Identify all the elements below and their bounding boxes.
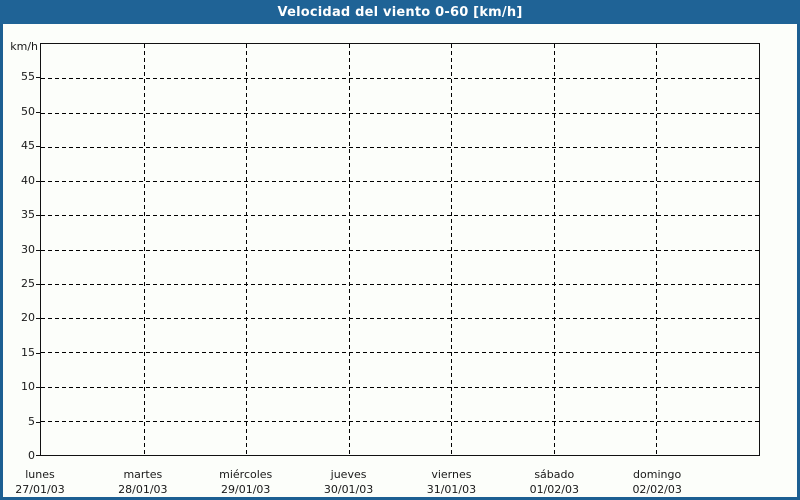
x-day-label: sábado xyxy=(534,468,575,481)
y-tick-label: 0 xyxy=(28,449,35,462)
h-gridline xyxy=(41,420,759,422)
y-axis-unit-label: km/h xyxy=(10,40,38,53)
v-gridline xyxy=(246,44,248,455)
y-tick-label: 50 xyxy=(21,104,35,118)
x-day-label: lunes xyxy=(25,468,55,481)
y-tick-mark xyxy=(36,387,41,389)
plot-area xyxy=(40,43,760,456)
h-gridline xyxy=(41,386,759,388)
y-tick-mark xyxy=(36,318,41,320)
y-tick-label: 10 xyxy=(21,380,35,394)
y-tick-label: 35 xyxy=(21,208,35,222)
x-date-label: 27/01/03 xyxy=(15,483,65,496)
y-tick-label: 15 xyxy=(21,345,35,359)
page-border-left xyxy=(0,24,3,500)
y-tick-label: 25 xyxy=(21,276,35,290)
y-tick-mark xyxy=(36,215,41,217)
y-tick-mark xyxy=(36,421,41,423)
y-tick-label: 5 xyxy=(28,414,35,428)
x-day-label: martes xyxy=(123,468,163,481)
y-tick-mark xyxy=(36,77,41,79)
h-gridline xyxy=(41,318,759,319)
h-gridline xyxy=(41,112,759,114)
v-gridline xyxy=(656,44,658,455)
x-date-label: 30/01/03 xyxy=(323,483,374,496)
y-tick-mark xyxy=(36,249,41,251)
h-gridline xyxy=(41,352,759,354)
h-gridline xyxy=(41,146,759,148)
x-date-label: 28/01/03 xyxy=(118,483,168,496)
y-tick-label: 40 xyxy=(21,173,35,187)
x-date-label: 01/02/03 xyxy=(529,483,579,496)
y-tick-label: 45 xyxy=(21,139,35,153)
chart-page: Velocidad del viento 0-60 [km/h] km/h 0 5… xyxy=(0,0,800,500)
h-gridline xyxy=(41,283,759,285)
x-date-label: 29/01/03 xyxy=(221,483,271,496)
h-gridline xyxy=(41,215,759,217)
h-gridline xyxy=(41,78,759,80)
y-tick-label: 20 xyxy=(21,311,35,325)
v-gridline xyxy=(143,44,145,455)
h-gridline xyxy=(41,181,759,182)
h-gridline xyxy=(41,249,759,251)
v-gridline xyxy=(348,44,350,455)
y-tick-mark xyxy=(36,180,41,182)
y-tick-mark xyxy=(36,146,41,148)
y-tick-mark xyxy=(36,283,41,285)
y-tick-mark xyxy=(36,352,41,354)
chart-title-bar: Velocidad del viento 0-60 [km/h] xyxy=(0,0,800,24)
x-day-label: viernes xyxy=(431,468,472,481)
y-tick-mark xyxy=(36,455,41,456)
chart-title: Velocidad del viento 0-60 [km/h] xyxy=(277,4,523,20)
x-day-label: miércoles xyxy=(219,468,273,481)
x-date-label: 31/01/03 xyxy=(426,483,477,496)
y-tick-mark xyxy=(36,111,41,113)
x-day-label: jueves xyxy=(330,468,367,481)
y-tick-label: 55 xyxy=(21,70,35,84)
x-day-label: domingo xyxy=(633,468,682,481)
v-gridline xyxy=(451,44,453,455)
v-gridline xyxy=(553,44,555,455)
x-date-label: 02/02/03 xyxy=(632,483,682,496)
y-tick-label: 30 xyxy=(21,242,35,256)
